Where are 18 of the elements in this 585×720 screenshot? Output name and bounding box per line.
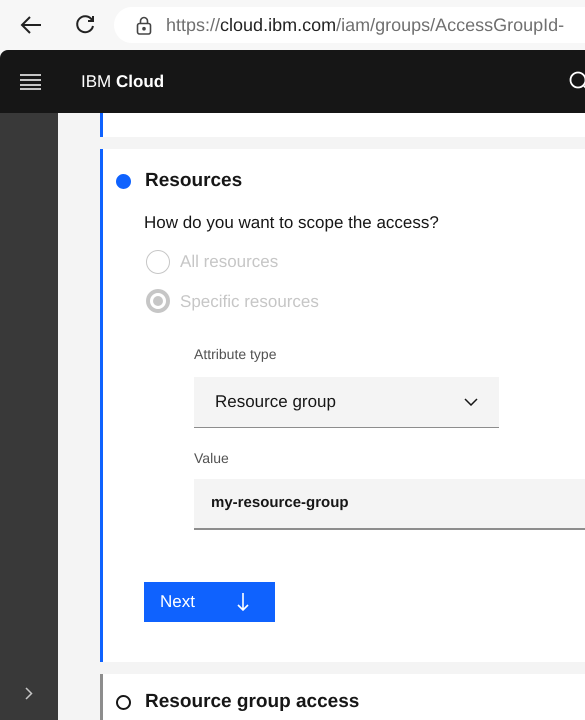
step-title: Resource group access: [145, 690, 360, 714]
brand-name[interactable]: IBM Cloud: [81, 68, 164, 94]
arrow-down-icon: [237, 593, 249, 611]
next-button[interactable]: Next: [144, 582, 275, 622]
question-text: How do you want to scope the access?: [144, 212, 440, 234]
step-title: Resources: [145, 169, 242, 193]
value-input-field[interactable]: my-resource-group: [194, 479, 585, 530]
field-label: Value: [194, 449, 230, 468]
address-bar[interactable]: https://cloud.ibm.com/iam/groups/AccessGroupId-: [114, 7, 585, 43]
menu-icon[interactable]: [20, 74, 41, 90]
chevron-down-icon: [464, 398, 478, 406]
attribute-dropdown[interactable]: Resource group: [194, 377, 499, 428]
lock-icon: [136, 16, 152, 34]
back-icon[interactable]: [20, 15, 42, 35]
field-label: Attribute type: [194, 345, 278, 364]
reload-icon[interactable]: [74, 14, 96, 36]
url-text: https://cloud.ibm.com/iam/groups/AccessGroupId-: [166, 14, 564, 37]
chevron-right-icon[interactable]: [25, 687, 33, 700]
